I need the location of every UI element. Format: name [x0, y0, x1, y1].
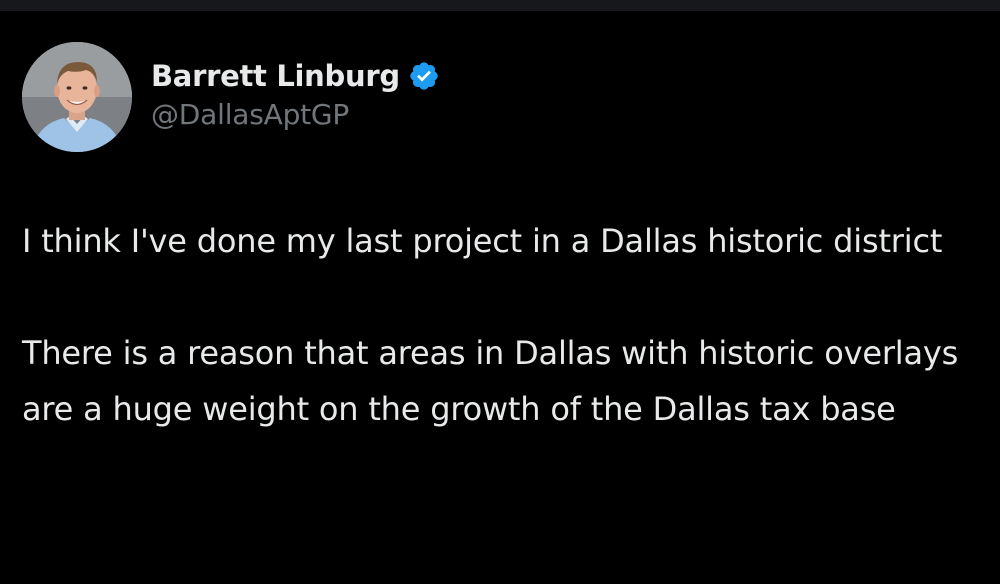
top-bar — [0, 0, 1000, 11]
tweet-header: Barrett Linburg @DallasAptGP — [22, 42, 440, 152]
tweet-text: I think I've done my last project in a D… — [22, 213, 982, 437]
display-name[interactable]: Barrett Linburg — [151, 59, 400, 93]
author-names: Barrett Linburg @DallasAptGP — [151, 56, 440, 131]
tweet-paragraph: I think I've done my last project in a D… — [22, 222, 943, 260]
verified-badge-icon — [408, 60, 440, 92]
display-name-row: Barrett Linburg — [151, 56, 440, 96]
handle[interactable]: @DallasAptGP — [151, 98, 440, 131]
tweet-paragraph: There is a reason that areas in Dallas w… — [22, 334, 959, 428]
avatar[interactable] — [22, 42, 132, 152]
profile-photo-icon — [22, 42, 132, 152]
